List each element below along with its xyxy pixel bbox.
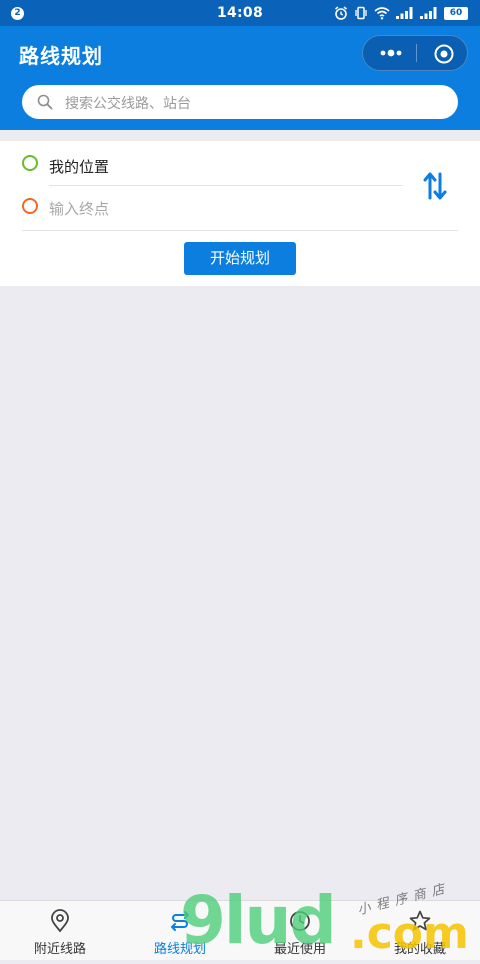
mini-program-capsule	[362, 35, 468, 71]
signal-icon-2	[420, 7, 437, 19]
search-icon	[37, 94, 53, 110]
start-location-field[interactable]: 我的位置	[49, 156, 109, 177]
divider	[22, 230, 458, 231]
route-card: 我的位置 输入终点 开始规划	[0, 141, 480, 286]
page-title: 路线规划	[19, 44, 103, 68]
tab-label: 附近线路	[33, 942, 86, 957]
tab-label: 我的收藏	[393, 942, 446, 957]
search-input[interactable]: 搜索公交线路、站台	[22, 85, 458, 119]
swap-icon[interactable]	[422, 170, 448, 202]
tab-favorites[interactable]: 我的收藏	[360, 901, 480, 961]
tab-label: 最近使用	[273, 942, 326, 957]
close-miniprogram-icon[interactable]	[433, 43, 455, 65]
status-icons: 60	[334, 5, 468, 21]
tab-recent[interactable]: 最近使用	[240, 901, 360, 961]
capsule-divider	[416, 44, 417, 62]
battery-indicator: 60	[444, 6, 468, 20]
alarm-icon	[335, 6, 347, 20]
start-planning-button[interactable]: 开始规划	[184, 242, 296, 275]
start-point-icon	[22, 155, 38, 171]
more-icon[interactable]	[378, 45, 404, 61]
tab-bar: 附近线路 路线规划 最近使用 我的收藏	[0, 900, 480, 960]
star-icon	[409, 910, 431, 931]
end-point-icon	[22, 198, 38, 214]
tab-nearby-lines[interactable]: 附近线路	[0, 901, 120, 961]
route-icon	[171, 911, 189, 931]
divider	[49, 185, 403, 186]
location-pin-icon	[51, 909, 69, 933]
header: 路线规划 搜索公交线路、站台	[0, 26, 480, 130]
wifi-icon	[374, 7, 390, 20]
search-placeholder: 搜索公交线路、站台	[65, 96, 191, 112]
status-bar: 2 14:08 60	[0, 0, 480, 26]
vibrate-icon	[355, 6, 367, 20]
tab-route-planning[interactable]: 路线规划	[120, 901, 240, 961]
clock-icon	[290, 911, 310, 931]
signal-icon	[396, 7, 413, 19]
destination-input[interactable]: 输入终点	[49, 198, 109, 219]
tab-label: 路线规划	[153, 942, 206, 957]
